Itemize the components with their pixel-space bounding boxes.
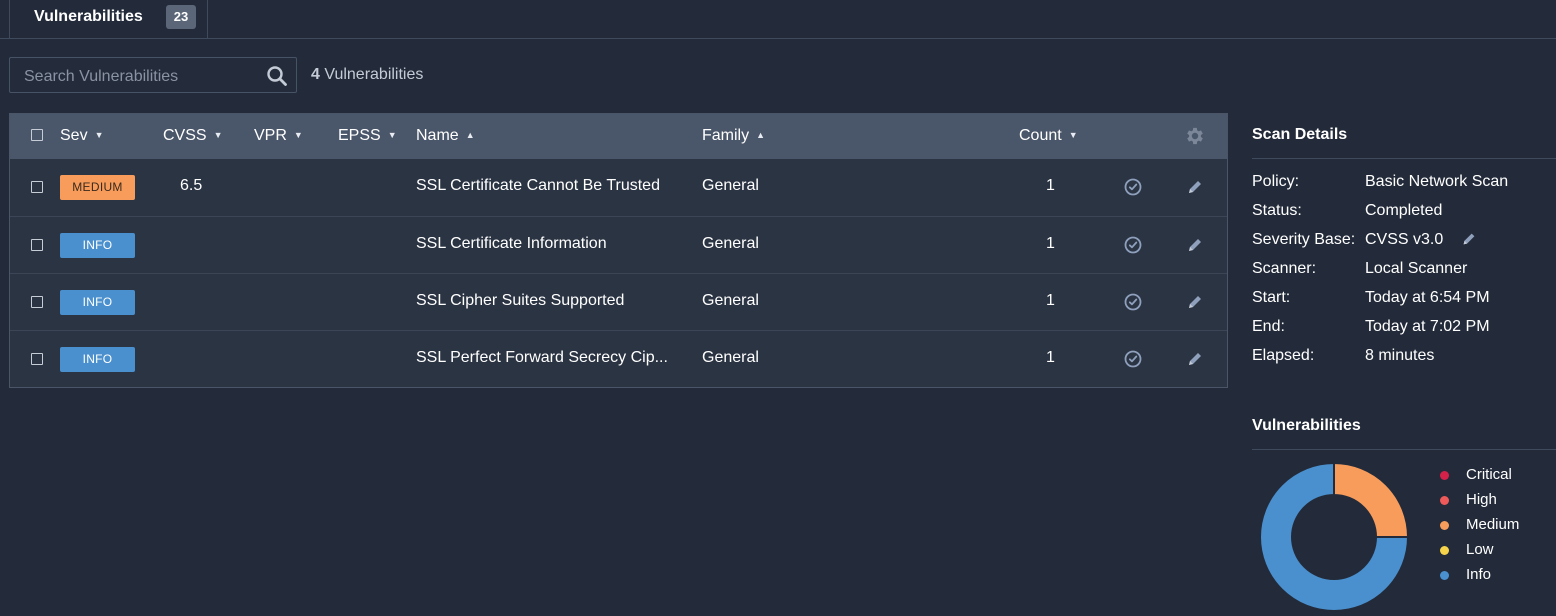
- legend-dot: [1440, 496, 1449, 505]
- column-header-name-label: Name: [416, 127, 459, 144]
- divider: [1252, 158, 1556, 159]
- start-value: Today at 6:54 PM: [1365, 289, 1490, 306]
- vulnerability-name[interactable]: SSL Certificate Information: [416, 235, 607, 253]
- sort-desc-icon: ▼: [1068, 130, 1078, 140]
- start-label: Start:: [1252, 289, 1291, 306]
- search-icon[interactable]: [266, 65, 288, 87]
- column-header-cvss[interactable]: CVSS ▼: [163, 127, 223, 145]
- column-header-name[interactable]: Name ▲: [416, 127, 475, 145]
- search-box: [9, 57, 297, 93]
- vulnerability-name[interactable]: SSL Certificate Cannot Be Trusted: [416, 177, 660, 195]
- status-value: Completed: [1365, 202, 1443, 219]
- policy-value: Basic Network Scan: [1365, 173, 1509, 190]
- column-header-sev[interactable]: Sev ▼: [60, 127, 104, 145]
- legend-label: Low: [1466, 541, 1494, 558]
- donut-slice-medium[interactable]: [1333, 461, 1410, 538]
- vulnerability-name[interactable]: SSL Perfect Forward Secrecy Cip...: [416, 349, 668, 367]
- severity-base-value: CVSS v3.0: [1365, 231, 1444, 248]
- column-header-vpr-label: VPR: [254, 127, 287, 144]
- elapsed-value: 8 minutes: [1365, 347, 1435, 364]
- vulnerability-count-number: 4: [311, 66, 320, 83]
- pencil-icon[interactable]: [1185, 349, 1205, 369]
- row-checkbox[interactable]: [31, 353, 43, 365]
- tab-count-badge: 23: [166, 5, 196, 29]
- select-all-checkbox[interactable]: [31, 129, 43, 141]
- legend-label: Critical: [1466, 466, 1512, 483]
- legend-dot: [1440, 471, 1449, 480]
- column-header-epss-label: EPSS: [338, 127, 381, 144]
- table-row[interactable]: INFO SSL Cipher Suites Supported General…: [10, 273, 1227, 330]
- end-label: End:: [1252, 318, 1285, 335]
- vulnerability-count: 1: [1046, 292, 1055, 309]
- vulnerabilities-chart-title: Vulnerabilities: [1252, 417, 1361, 434]
- divider: [1252, 449, 1556, 450]
- clock-check-icon[interactable]: [1123, 349, 1143, 369]
- pencil-icon[interactable]: [1185, 235, 1205, 255]
- vulnerability-name[interactable]: SSL Cipher Suites Supported: [416, 292, 624, 310]
- table-row[interactable]: INFO SSL Perfect Forward Secrecy Cip... …: [10, 330, 1227, 387]
- pencil-icon[interactable]: [1185, 292, 1205, 312]
- vulnerability-count: 1: [1046, 235, 1055, 252]
- severity-donut-chart: [1259, 461, 1410, 612]
- scan-details-title: Scan Details: [1252, 126, 1348, 143]
- tab-bar: Vulnerabilities 23: [0, 0, 1556, 39]
- clock-check-icon[interactable]: [1123, 292, 1143, 312]
- gear-icon[interactable]: [1184, 125, 1206, 147]
- column-header-cvss-label: CVSS: [163, 127, 207, 144]
- table-header: Sev ▼ CVSS ▼ VPR ▼ EPSS ▼ Name ▲ Family ▲ Coun…: [10, 114, 1227, 159]
- sort-asc-icon: ▲: [465, 130, 475, 140]
- clock-check-icon[interactable]: [1123, 177, 1143, 197]
- elapsed-label: Elapsed:: [1252, 347, 1315, 364]
- vulnerability-count: 1: [1046, 349, 1055, 366]
- row-checkbox[interactable]: [31, 239, 43, 251]
- column-header-epss[interactable]: EPSS ▼: [338, 127, 397, 145]
- sort-desc-icon: ▼: [387, 130, 397, 140]
- severity-badge: INFO: [60, 290, 135, 315]
- severity-badge: INFO: [60, 233, 135, 258]
- table-row[interactable]: INFO SSL Certificate Information General…: [10, 216, 1227, 273]
- row-checkbox[interactable]: [31, 181, 43, 193]
- legend-label: Info: [1466, 566, 1492, 583]
- vulnerability-family: General: [702, 235, 759, 252]
- column-header-family[interactable]: Family ▲: [702, 127, 765, 145]
- column-header-sev-label: Sev: [60, 127, 88, 144]
- legend-dot: [1440, 571, 1449, 580]
- vulnerability-count: 4 Vulnerabilities: [311, 66, 423, 84]
- vulnerabilities-table: Sev ▼ CVSS ▼ VPR ▼ EPSS ▼ Name ▲ Family ▲ Coun…: [9, 113, 1228, 388]
- status-label: Status:: [1252, 202, 1302, 219]
- clock-check-icon[interactable]: [1123, 235, 1143, 255]
- end-value: Today at 7:02 PM: [1365, 318, 1490, 335]
- vulnerability-family: General: [702, 349, 759, 366]
- policy-label: Policy:: [1252, 173, 1300, 190]
- search-input[interactable]: [22, 66, 256, 88]
- legend-dot: [1440, 521, 1449, 530]
- tab-vulnerabilities[interactable]: Vulnerabilities 23: [9, 0, 208, 38]
- column-header-vpr[interactable]: VPR ▼: [254, 127, 303, 145]
- vulnerability-family: General: [702, 292, 759, 309]
- vulnerability-count-label: Vulnerabilities: [324, 66, 424, 83]
- scanner-value: Local Scanner: [1365, 260, 1468, 277]
- scanner-label: Scanner:: [1252, 260, 1317, 277]
- severity-badge: INFO: [60, 347, 135, 372]
- severity-base-label: Severity Base:: [1252, 231, 1356, 248]
- pencil-icon[interactable]: [1185, 177, 1205, 197]
- vulnerability-count: 1: [1046, 177, 1055, 194]
- column-header-count-label: Count: [1019, 127, 1062, 144]
- legend-dot: [1440, 546, 1449, 555]
- legend-label: High: [1466, 491, 1497, 508]
- column-header-count[interactable]: Count ▼: [1019, 127, 1078, 145]
- row-checkbox[interactable]: [31, 296, 43, 308]
- sort-desc-icon: ▼: [213, 130, 223, 140]
- vulnerability-family: General: [702, 177, 759, 194]
- legend-label: Medium: [1466, 516, 1520, 533]
- table-row[interactable]: MEDIUM 6.5 SSL Certificate Cannot Be Tru…: [10, 159, 1227, 216]
- sort-asc-icon: ▲: [756, 130, 766, 140]
- severity-badge: MEDIUM: [60, 175, 135, 200]
- column-header-family-label: Family: [702, 127, 750, 144]
- cvss-score: 6.5: [180, 177, 203, 194]
- sort-desc-icon: ▼: [293, 130, 303, 140]
- pencil-icon[interactable]: [1460, 230, 1478, 248]
- sort-desc-icon: ▼: [94, 130, 104, 140]
- tab-label: Vulnerabilities: [34, 8, 143, 25]
